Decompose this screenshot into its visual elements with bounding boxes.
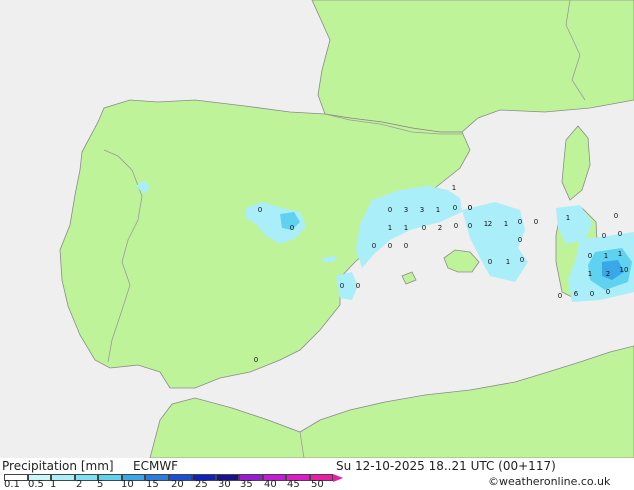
precip-value-label: 3 — [420, 206, 424, 214]
precip-value-label: 0 — [558, 292, 562, 300]
precip-value-label: 0 — [388, 206, 392, 214]
precip-value-label: 0 — [372, 242, 376, 250]
precip-value-label: 0 — [290, 224, 294, 232]
precipitation-map: 0 0 3 3 1 0 01 1 0 2 0 0 1 2 1 0 00 0 001 000 00010 010 11 2 106… — [0, 0, 634, 458]
precip-value-label: 1 — [436, 206, 440, 214]
precip-value-label: 0 — [590, 290, 594, 298]
precip-value-label: 0 — [520, 256, 524, 264]
precip-value-label: 1 — [388, 224, 392, 232]
precip-value-label: 0 — [453, 204, 457, 212]
colorbar-tick-label: 5 — [97, 479, 104, 490]
precip-value-label: 1 — [566, 214, 570, 222]
colorbar-tick-label: 0.5 — [28, 479, 44, 490]
footer-datetime: Su 12-10-2025 18..21 UTC (00+117) — [336, 459, 556, 473]
precip-value-label: 0 — [356, 282, 360, 290]
precip-value-label: 10 — [620, 266, 629, 274]
colorbar-tick-label: 45 — [287, 479, 300, 490]
precip-value-label: 0 — [488, 258, 492, 266]
precip-value-label: 3 — [404, 206, 408, 214]
precip-value-label: 0 — [422, 224, 426, 232]
precip-value-label: 0 — [258, 206, 262, 214]
precip-value-label: 0 — [254, 356, 258, 364]
colorbar-tick-label: 40 — [264, 479, 277, 490]
precip-value-label: 0 — [588, 252, 592, 260]
precip-value-label: 0 — [614, 212, 618, 220]
precip-value-label: 2 — [438, 224, 442, 232]
colorbar-tick-label: 1 — [50, 479, 57, 490]
precip-value-label: 1 — [506, 258, 510, 266]
precip-value-label: 0 — [534, 218, 538, 226]
precip-value-label: 0 — [468, 204, 472, 212]
footer-title: Precipitation [mm] — [2, 459, 114, 473]
precip-value-label: 2 — [488, 220, 492, 228]
precip-value-label: 0 — [518, 236, 522, 244]
precip-value-label: 1 — [504, 220, 508, 228]
footer-model: ECMWF — [133, 459, 179, 473]
precip-value-label: 1 — [588, 270, 592, 278]
colorbar-arrow — [333, 474, 343, 482]
precip-value-label: 0 — [340, 282, 344, 290]
precip-value-label: 1 — [404, 224, 408, 232]
precip-value-label: 2 — [606, 270, 610, 278]
colorbar-tick-label: 10 — [121, 479, 134, 490]
precip-value-label: 1 — [452, 184, 456, 192]
precip-value-label: 1 — [618, 250, 622, 258]
colorbar-tick-label: 30 — [218, 479, 231, 490]
footer-credit: ©weatheronline.co.uk — [488, 475, 611, 488]
colorbar-tick-label: 0.1 — [4, 479, 20, 490]
colorbar-tick-label: 15 — [146, 479, 159, 490]
precip-value-label: 1 — [604, 252, 608, 260]
precip-value-label: 0 — [602, 232, 606, 240]
colorbar-tick-label: 50 — [311, 479, 324, 490]
precip-value-label: 0 — [454, 222, 458, 230]
colorbar-tick-label: 25 — [195, 479, 208, 490]
precip-value-label: 0 — [468, 222, 472, 230]
precip-value-label: 0 — [388, 242, 392, 250]
precip-value-label: 0 — [518, 218, 522, 226]
precip-value-label: 0 — [404, 242, 408, 250]
precip-value-label: 6 — [574, 290, 579, 298]
precip-value-label: 0 — [618, 230, 622, 238]
colorbar-tick-label: 20 — [171, 479, 184, 490]
colorbar-tick-label: 2 — [76, 479, 83, 490]
colorbar-tick-label: 35 — [240, 479, 253, 490]
precip-value-label: 0 — [606, 288, 610, 296]
